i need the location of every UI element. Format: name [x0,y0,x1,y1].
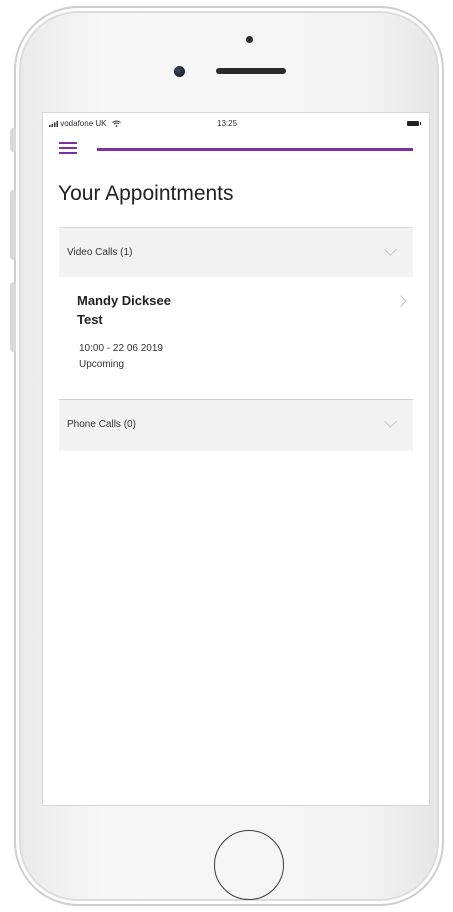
chevron-down-icon [384,415,397,428]
screenshot-stage: vodafone UK 13:25 Your Appointments Vide… [0,0,453,912]
side-button-top [10,128,16,152]
battery-icon [407,121,421,126]
appointment-subtitle: Test [77,312,103,327]
video-calls-label: Video Calls (1) [67,247,133,258]
chevron-down-icon [384,243,397,256]
volume-up-button [10,190,16,260]
page-title: Your Appointments [58,182,234,205]
home-button[interactable] [214,830,284,900]
appointment-datetime: 10:00 - 22 06 2019 [79,343,163,354]
menu-icon[interactable] [59,142,77,156]
volume-down-button [10,282,16,352]
earpiece-speaker [216,68,286,74]
video-calls-header[interactable]: Video Calls (1) [59,227,413,277]
header-accent-line [97,148,413,151]
signal-icon [49,120,58,127]
phone-calls-label: Phone Calls (0) [67,419,136,430]
phone-calls-header[interactable]: Phone Calls (0) [59,399,413,451]
chevron-right-icon [395,295,407,307]
status-carrier-group: vodafone UK [49,119,121,128]
appointment-name: Mandy Dicksee [77,293,171,308]
wifi-icon [111,120,121,128]
appointment-title: Mandy Dicksee Test [77,291,247,329]
appointments-accordion: Video Calls (1) Mandy Dicksee Test 10:00… [59,227,413,451]
front-camera [174,66,185,77]
status-time: 13:25 [217,119,238,128]
appointment-status: Upcoming [79,359,125,370]
appointment-item[interactable]: Mandy Dicksee Test 10:00 - 22 06 2019 Up… [59,277,413,399]
carrier-name: vodafone UK [60,119,107,128]
app-bar [43,135,429,163]
proximity-sensor [246,36,253,43]
phone-screen: vodafone UK 13:25 Your Appointments Vide… [42,112,430,806]
status-bar: vodafone UK 13:25 [43,113,429,135]
